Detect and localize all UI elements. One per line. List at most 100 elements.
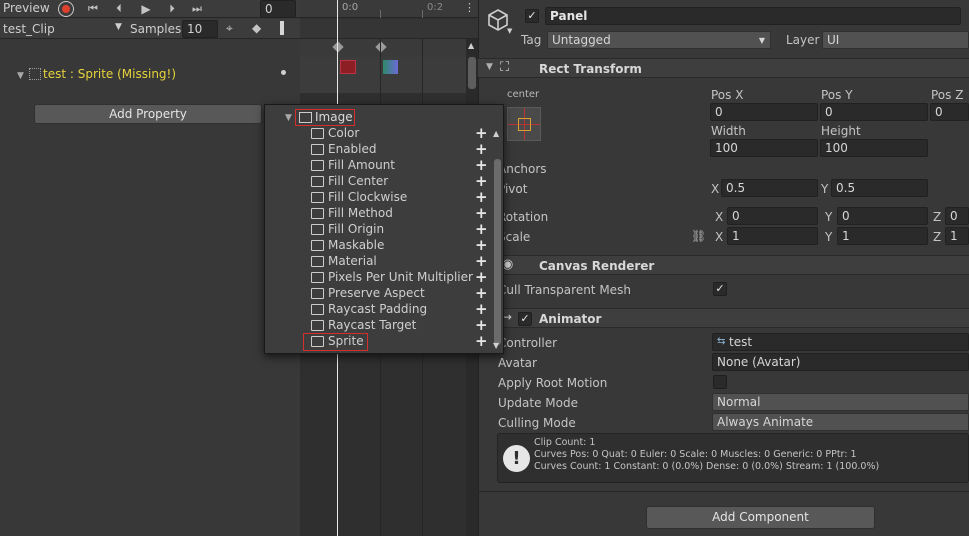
chevron-down-icon[interactable]: ▼ <box>507 27 512 35</box>
scale-z-field[interactable]: 1 <box>945 227 969 245</box>
height-field[interactable]: 100 <box>820 139 928 157</box>
anchors-foldout[interactable]: Anchors <box>498 162 547 176</box>
cull-transparent-checkbox[interactable]: ✓ <box>713 282 727 296</box>
next-keyframe-button[interactable]: ⏵ <box>163 0 181 18</box>
record-button[interactable] <box>58 1 74 17</box>
scroll-thumb[interactable] <box>468 57 476 89</box>
add-plus-icon[interactable]: + <box>475 301 488 317</box>
preview-toggle[interactable]: Preview <box>3 1 50 15</box>
last-keyframe-button[interactable]: ⏭ <box>188 0 206 18</box>
keyframe-diamond[interactable] <box>375 41 387 53</box>
clip-selector[interactable]: test_Clip <box>3 22 55 36</box>
summary-row[interactable] <box>300 39 466 57</box>
keyframe-diamond[interactable] <box>332 41 344 53</box>
controller-field[interactable]: ⇆ test <box>712 333 969 351</box>
add-property-button[interactable]: Add Property <box>34 104 262 124</box>
first-keyframe-button[interactable]: ⏮ <box>84 0 102 18</box>
active-checkbox[interactable]: ✓ <box>525 9 539 23</box>
popup-item[interactable]: Raycast Target + <box>265 317 493 333</box>
rotation-y-field[interactable]: 0 <box>837 207 928 225</box>
scale-y-field[interactable]: 1 <box>837 227 928 245</box>
popup-item[interactable]: Enabled + <box>265 141 493 157</box>
property-missing-label[interactable]: test : Sprite (Missing!) <box>43 67 176 81</box>
scroll-down-icon[interactable]: ▼ <box>493 341 499 350</box>
pivot-x-field[interactable]: 0.5 <box>721 179 818 197</box>
tag-dropdown[interactable]: Untagged ▼ <box>547 31 771 49</box>
foldout-arrow-icon[interactable]: ▼ <box>285 113 292 123</box>
popup-item[interactable]: Maskable + <box>265 237 493 253</box>
chevron-down-icon: ▼ <box>758 36 765 45</box>
popup-item[interactable]: Raycast Padding + <box>265 301 493 317</box>
popup-item[interactable]: Color + <box>265 125 493 141</box>
prev-keyframe-button[interactable]: ⏴ <box>110 0 128 18</box>
animator-enabled-checkbox[interactable]: ✓ <box>518 312 532 326</box>
animator-header[interactable]: ↦ ✓ Animator <box>478 308 969 328</box>
scroll-up-icon[interactable]: ▲ <box>468 41 474 50</box>
chevron-down-icon[interactable]: ▼ <box>115 22 122 32</box>
add-plus-icon[interactable]: + <box>475 221 488 237</box>
samples-label: Samples <box>130 22 182 36</box>
popup-item[interactable]: Material + <box>265 253 493 269</box>
sprite-key-thumbnail[interactable] <box>340 60 356 74</box>
property-track[interactable] <box>300 57 466 93</box>
constrain-proportions-icon[interactable]: ⛓ <box>691 229 706 243</box>
scale-x-field[interactable]: 1 <box>727 227 818 245</box>
culling-mode-dropdown[interactable]: Always Animate <box>712 413 969 431</box>
sprite-key-thumbnail[interactable] <box>383 60 398 74</box>
add-plus-icon[interactable]: + <box>475 317 488 333</box>
add-plus-icon[interactable]: + <box>475 285 488 301</box>
layer-dropdown[interactable]: UI <box>822 31 969 49</box>
add-plus-icon[interactable]: + <box>475 173 488 189</box>
add-plus-icon[interactable]: + <box>475 237 488 253</box>
add-plus-icon[interactable]: + <box>475 189 488 205</box>
popup-item[interactable]: Fill Amount + <box>265 157 493 173</box>
update-mode-dropdown[interactable]: Normal <box>712 393 969 411</box>
add-event-icon[interactable] <box>280 21 284 35</box>
foldout-arrow-icon[interactable]: ▼ <box>486 62 493 72</box>
add-plus-icon[interactable]: + <box>475 269 488 285</box>
add-plus-icon[interactable]: + <box>475 157 488 173</box>
crosshair-icon[interactable]: ⌖ <box>226 21 233 36</box>
avatar-field[interactable]: None (Avatar) <box>712 353 969 371</box>
popup-item[interactable]: Sprite + <box>265 333 493 349</box>
popup-item[interactable]: Preserve Aspect + <box>265 285 493 301</box>
play-button[interactable]: ▶ <box>137 0 155 18</box>
add-plus-icon[interactable]: + <box>475 253 488 269</box>
rect-transform-header[interactable]: ▼ ⛶ Rect Transform <box>478 58 969 78</box>
foldout-arrow-icon[interactable]: ▼ <box>17 71 24 81</box>
canvas-renderer-header[interactable]: ◉ Canvas Renderer <box>478 255 969 275</box>
scroll-thumb[interactable] <box>494 159 501 345</box>
pos-x-field[interactable]: 0 <box>710 103 818 121</box>
samples-field[interactable]: 10 <box>182 20 218 38</box>
popup-item[interactable]: Fill Origin + <box>265 221 493 237</box>
apply-root-motion-checkbox[interactable] <box>713 375 727 389</box>
timeline-ruler[interactable]: 0:0 0:2 ⋮ <box>300 0 478 18</box>
scroll-up-icon[interactable]: ▲ <box>493 129 499 138</box>
pos-z-field[interactable]: 0 <box>930 103 969 121</box>
anchor-preset-button[interactable] <box>507 107 541 141</box>
image-group-row[interactable]: Image <box>295 109 355 126</box>
add-plus-icon[interactable]: + <box>475 141 488 157</box>
pivot-y-field[interactable]: 0.5 <box>831 179 928 197</box>
axis-y-label: Y <box>825 210 833 224</box>
add-plus-icon[interactable]: + <box>475 205 488 221</box>
add-plus-icon[interactable]: + <box>475 125 488 141</box>
width-field[interactable]: 100 <box>710 139 818 157</box>
timeline-menu-icon[interactable]: ⋮ <box>464 1 475 14</box>
pos-y-field[interactable]: 0 <box>820 103 928 121</box>
property-options-icon[interactable] <box>281 70 286 75</box>
popup-item[interactable]: Fill Method + <box>265 205 493 221</box>
popup-scrollbar[interactable]: ▲ <box>493 129 503 347</box>
object-name-field[interactable]: Panel <box>545 7 961 25</box>
popup-item[interactable]: Pixels Per Unit Multiplier + <box>265 269 493 285</box>
add-plus-icon[interactable]: + <box>475 333 488 349</box>
rotation-x-field[interactable]: 0 <box>727 207 818 225</box>
add-component-button[interactable]: Add Component <box>646 506 875 529</box>
layer-label: Layer <box>786 33 820 47</box>
event-row[interactable] <box>300 19 478 39</box>
add-keyframe-icon[interactable]: ◆ <box>252 21 261 35</box>
popup-item[interactable]: Fill Clockwise + <box>265 189 493 205</box>
rotation-z-field[interactable]: 0 <box>945 207 969 225</box>
popup-item[interactable]: Fill Center + <box>265 173 493 189</box>
frame-field[interactable]: 0 <box>260 0 296 18</box>
